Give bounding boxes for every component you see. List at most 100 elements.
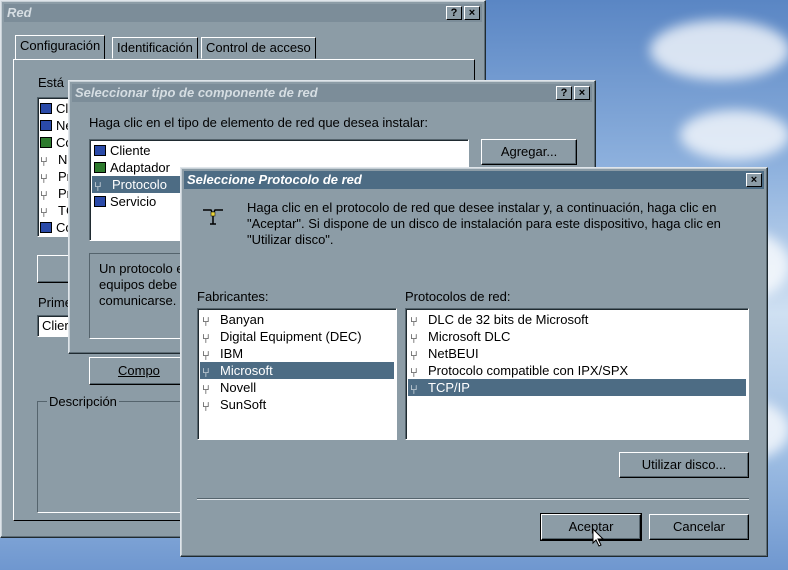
close-button[interactable]: × xyxy=(746,173,762,187)
add-button[interactable]: Agregar... xyxy=(481,139,577,165)
computer-icon xyxy=(40,222,52,233)
computer-icon xyxy=(40,103,52,114)
item-label: Protocolo xyxy=(112,177,167,192)
protocol-icon: ⑂ xyxy=(410,331,418,346)
item-label: IBM xyxy=(220,346,244,361)
cancel-button[interactable]: Cancelar xyxy=(649,514,749,540)
list-item-protocol[interactable]: ⑂ Protocolo compatible con IPX/SPX xyxy=(408,362,746,380)
list-item-manufacturer[interactable]: ⑂ Banyan xyxy=(200,311,394,329)
protocols-list[interactable]: ⑂ DLC de 32 bits de Microsoft ⑂ Microsoft … xyxy=(405,308,749,440)
item-label: Cl xyxy=(56,101,69,116)
protocol-icon: ⑂ xyxy=(410,314,418,329)
tab-label: Identificación xyxy=(117,40,193,55)
tab-configuracion[interactable]: Configuración xyxy=(15,35,106,60)
protocol-large-icon xyxy=(201,204,225,228)
item-label: SunSoft xyxy=(220,397,267,412)
protocol-icon: ⑂ xyxy=(202,314,210,329)
primary-logon-value: Clier xyxy=(42,318,69,333)
list-item-protocol[interactable]: ⑂ TCP/IP xyxy=(408,379,746,397)
component-title-bar[interactable]: Seleccionar tipo de componente de red ? … xyxy=(72,84,592,102)
list-item-manufacturer[interactable]: ⑂ Novell xyxy=(200,379,394,397)
network-card-icon xyxy=(94,162,106,173)
protocol-icon: ⑂ xyxy=(410,348,418,363)
red-title-bar[interactable]: Red ? × xyxy=(4,4,482,22)
manufacturers-label: Fabricantes: xyxy=(197,289,269,304)
protocol-icon: ⑂ xyxy=(202,399,210,414)
help-button[interactable]: ? xyxy=(446,6,462,20)
close-button[interactable]: × xyxy=(464,6,480,20)
manufacturers-label-text: Fabricantes: xyxy=(197,289,269,304)
button-label: Aceptar xyxy=(568,519,614,534)
separator-line xyxy=(197,498,749,500)
button-label: Compo xyxy=(118,363,160,378)
description-group xyxy=(37,401,197,513)
red-title: Red xyxy=(7,5,32,20)
tab-control-acceso[interactable]: Control de acceso xyxy=(201,37,316,59)
protocol-icon: ⑂ xyxy=(202,365,210,380)
primary-logon-label: Prime xyxy=(38,295,72,310)
list-item-protocol[interactable]: ⑂ Microsoft DLC xyxy=(408,328,746,346)
list-item-manufacturer[interactable]: ⑂ Microsoft xyxy=(200,362,394,380)
manufacturers-list[interactable]: ⑂ Banyan ⑂ Digital Equipment (DEC) ⑂ IBM ⑂ M… xyxy=(197,308,397,440)
list-item-manufacturer[interactable]: ⑂ SunSoft xyxy=(200,396,394,414)
button-label: Cancelar xyxy=(672,519,726,534)
list-item-manufacturer[interactable]: ⑂ IBM xyxy=(200,345,394,363)
component-prompt: Haga clic en el tipo de elemento de red … xyxy=(89,115,428,130)
protocols-label: Protocolos de red: xyxy=(405,289,511,304)
tab-label: Configuración xyxy=(20,38,101,53)
protocol-icon: ⑂ xyxy=(202,382,210,397)
components-button[interactable]: Compo xyxy=(89,357,189,385)
item-label: Protocolo compatible con IPX/SPX xyxy=(428,363,629,378)
button-label: Agregar... xyxy=(500,144,558,159)
computer-icon xyxy=(94,145,106,156)
installed-label: Está xyxy=(38,75,65,90)
protocol-icon: ⑂ xyxy=(202,348,210,363)
list-item-manufacturer[interactable]: ⑂ Digital Equipment (DEC) xyxy=(200,328,394,346)
list-item-protocol[interactable]: ⑂ NetBEUI xyxy=(408,345,746,363)
component-description: Un protocolo e equipos debe comunicarse. xyxy=(99,261,184,309)
protocol-icon: ⑂ xyxy=(410,382,418,397)
protocol-icon: ⑂ xyxy=(40,154,48,169)
item-label: Digital Equipment (DEC) xyxy=(220,329,362,344)
component-title: Seleccionar tipo de componente de red xyxy=(75,85,318,100)
item-label: Cliente xyxy=(110,143,151,158)
list-item-protocol[interactable]: ⑂ DLC de 32 bits de Microsoft xyxy=(408,311,746,329)
description-line: equipos debe xyxy=(99,277,178,292)
ok-button[interactable]: Aceptar xyxy=(540,513,642,541)
cloud-decoration xyxy=(680,110,788,160)
close-button[interactable]: × xyxy=(574,86,590,100)
protocol-icon: ⑂ xyxy=(202,331,210,346)
protocol-title: Seleccione Protocolo de red xyxy=(187,172,362,187)
item-label: NetBEUI xyxy=(428,346,479,361)
protocol-icon: ⑂ xyxy=(410,365,418,380)
item-label: Servicio xyxy=(110,194,157,209)
protocol-icon: ⑂ xyxy=(94,179,102,194)
item-label: Microsoft xyxy=(220,363,273,378)
item-label: Novell xyxy=(220,380,257,395)
mouse-cursor-icon xyxy=(592,527,606,548)
network-card-icon xyxy=(40,137,52,148)
computer-icon xyxy=(40,120,52,131)
list-item-protocolo[interactable]: ⑂ Protocolo xyxy=(92,176,190,194)
button-label: Utilizar disco... xyxy=(641,457,727,472)
protocol-icon: ⑂ xyxy=(40,188,48,203)
tab-identificacion[interactable]: Identificación xyxy=(112,37,198,59)
item-label: Microsoft DLC xyxy=(428,329,511,344)
protocol-icon: ⑂ xyxy=(40,205,48,220)
description-line: Un protocolo e xyxy=(99,261,184,276)
tab-label: Control de acceso xyxy=(206,40,311,55)
computer-icon xyxy=(94,196,106,207)
item-label: Adaptador xyxy=(110,160,170,175)
description-line: comunicarse. xyxy=(99,293,177,308)
protocol-title-bar[interactable]: Seleccione Protocolo de red × xyxy=(184,171,764,189)
use-disk-button[interactable]: Utilizar disco... xyxy=(619,452,749,478)
protocol-window: Seleccione Protocolo de red × Haga clic … xyxy=(180,167,768,557)
help-button[interactable]: ? xyxy=(556,86,572,100)
item-label: TCP/IP xyxy=(428,380,470,395)
protocol-icon: ⑂ xyxy=(40,171,48,186)
list-item-cliente[interactable]: Cliente xyxy=(92,142,466,159)
item-label: Banyan xyxy=(220,312,265,327)
item-label: DLC de 32 bits de Microsoft xyxy=(428,312,589,327)
protocol-instructions: Haga clic en el protocolo de red que des… xyxy=(247,200,721,247)
description-label: Descripción xyxy=(47,394,119,409)
